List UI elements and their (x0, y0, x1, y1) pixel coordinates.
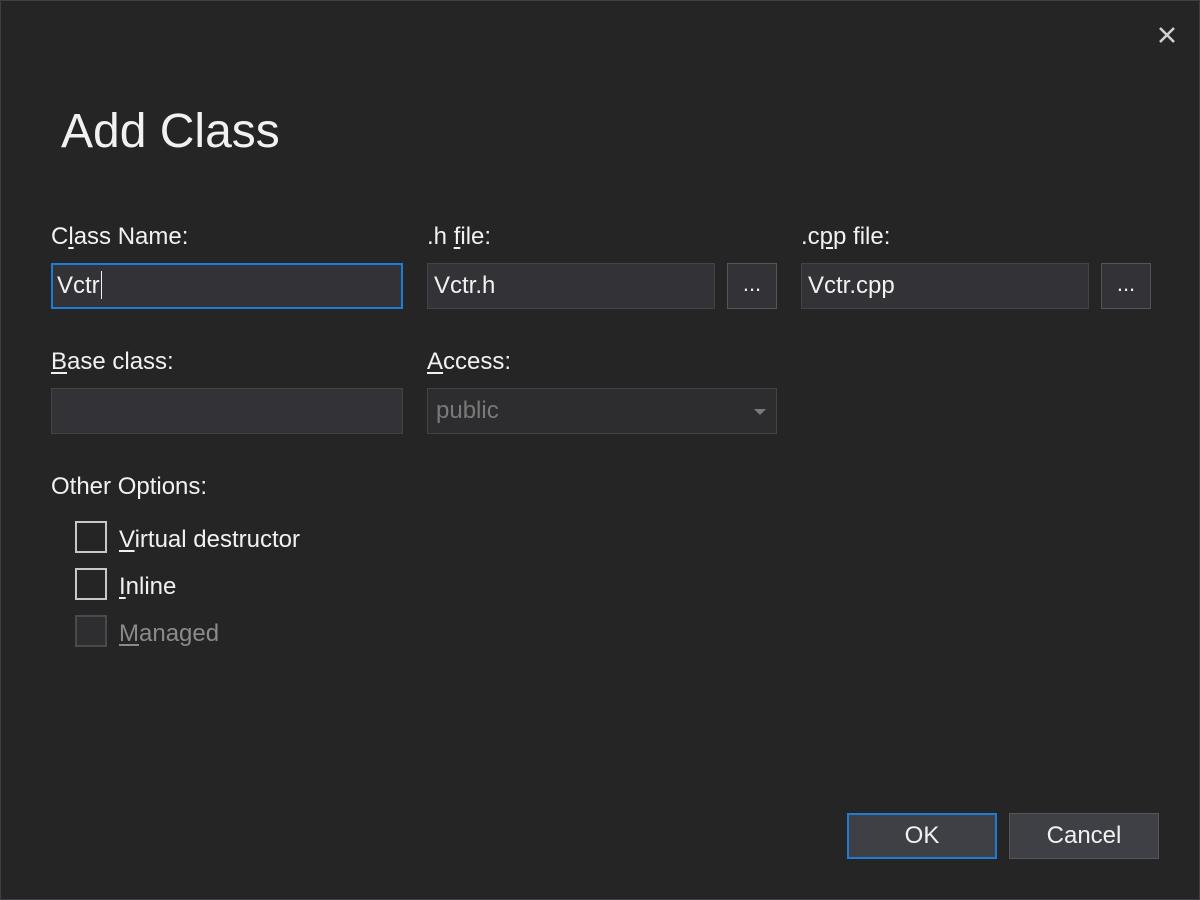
access-label: Access: (427, 348, 512, 375)
dialog-title: Add Class (61, 105, 280, 158)
managed-checkbox (75, 615, 107, 647)
cpp-file-label: .cpp file: (801, 223, 891, 250)
cancel-button[interactable]: Cancel (1009, 813, 1159, 859)
chevron-down-icon (754, 409, 766, 415)
add-class-dialog: Add Class Class Name: Vctr .h file: Vctr… (0, 0, 1200, 900)
base-class-label: Base class: (51, 348, 174, 375)
access-selected-value: public (436, 397, 499, 424)
h-file-label: .h file: (427, 223, 492, 250)
h-file-browse-button[interactable]: ... (727, 263, 777, 309)
inline-checkbox[interactable] (75, 568, 107, 600)
close-icon (1159, 27, 1175, 43)
cpp-file-input[interactable]: Vctr.cpp (801, 263, 1089, 309)
base-class-input[interactable] (51, 388, 403, 434)
h-file-input[interactable]: Vctr.h (427, 263, 715, 309)
ok-button[interactable]: OK (847, 813, 997, 859)
access-select[interactable]: public (427, 388, 777, 434)
class-name-label: Class Name: (51, 223, 189, 250)
managed-label: Managed (119, 620, 220, 647)
close-button[interactable] (1151, 19, 1183, 51)
text-caret (100, 270, 102, 299)
class-name-input[interactable]: Vctr (51, 263, 403, 309)
inline-label[interactable]: Inline (119, 572, 176, 602)
other-options-heading: Other Options: (51, 473, 208, 500)
virtual-destructor-checkbox[interactable] (75, 521, 107, 553)
cpp-file-browse-button[interactable]: ... (1101, 263, 1151, 309)
virtual-destructor-label[interactable]: Virtual destructor (119, 525, 300, 555)
